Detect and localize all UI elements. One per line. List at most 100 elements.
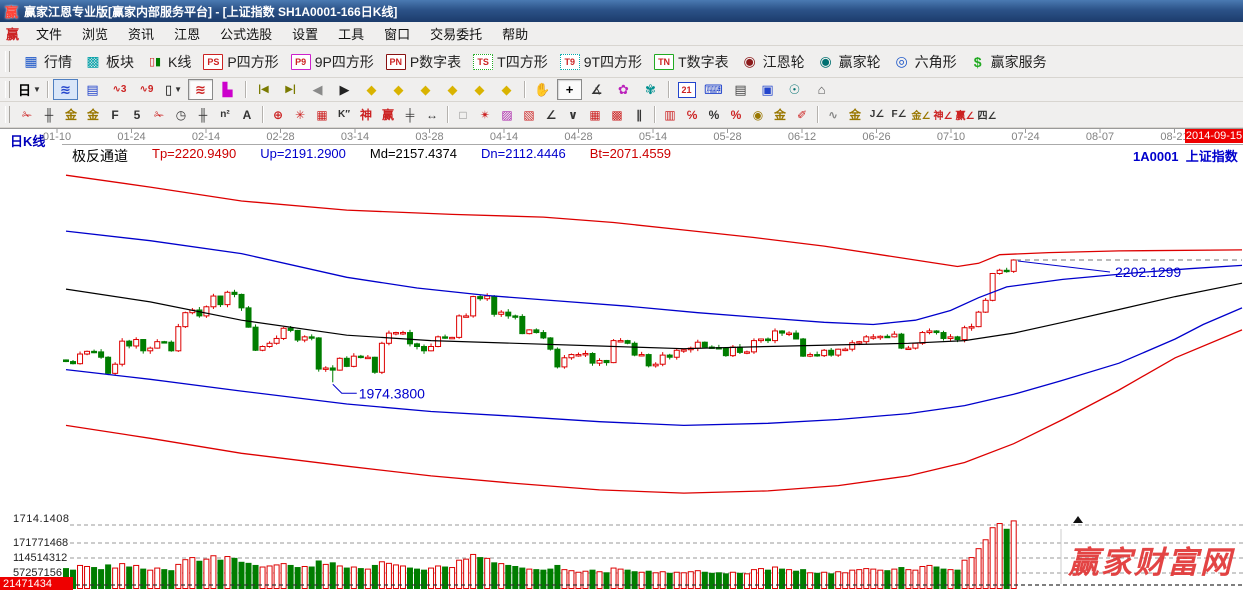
- tool-diamond-star[interactable]: ◆: [440, 79, 465, 100]
- tool-rect-tool[interactable]: □: [452, 105, 474, 124]
- tool-hand-tool[interactable]: ✋: [530, 79, 555, 100]
- tool-gann-bars[interactable]: ▥: [659, 105, 681, 124]
- tool-pattern-teal[interactable]: ✾: [638, 79, 663, 100]
- tool-percent-low[interactable]: %: [725, 105, 747, 124]
- tool-shen-angle[interactable]: 神∠: [932, 105, 954, 124]
- tool-star-flower[interactable]: ✳: [289, 105, 311, 124]
- tool-brush-angle[interactable]: ✐: [791, 105, 813, 124]
- tool-angle-tool[interactable]: ∡: [584, 79, 609, 100]
- tool-shen-grid[interactable]: 神: [355, 105, 377, 124]
- tool-gann-grid[interactable]: ╫: [38, 105, 60, 124]
- toolbar-grip[interactable]: [5, 106, 10, 124]
- tool-a-channel[interactable]: A: [236, 105, 258, 124]
- tool-first-page[interactable]: |◀: [251, 79, 276, 100]
- toolbar-grip[interactable]: [5, 81, 10, 97]
- toolbar-button-t-number-table[interactable]: TNT数字表: [648, 49, 735, 75]
- toolbar-button-p-square[interactable]: PSP四方形: [197, 49, 284, 75]
- tool-save[interactable]: ▣: [755, 79, 780, 100]
- toolbar-button-kline[interactable]: ▯▮K线: [140, 49, 197, 75]
- menu-gann[interactable]: 江恩: [164, 22, 210, 45]
- tool-sketch-blue[interactable]: ≋: [53, 79, 78, 100]
- toolbar-button-winner-service[interactable]: $赢家服务: [963, 49, 1053, 75]
- tool-chip-distribution[interactable]: ▙: [215, 79, 240, 100]
- tool-gold-ratio-grid-2[interactable]: 金: [82, 105, 104, 124]
- tool-diamond-cross[interactable]: ◆: [467, 79, 492, 100]
- tool-remote-pc[interactable]: ⌂: [809, 79, 834, 100]
- menu-browse[interactable]: 浏览: [72, 22, 118, 45]
- title-bar[interactable]: 赢 赢家江恩专业版[赢家内部服务平台] - [上证指数 SH1A0001-166…: [0, 0, 1243, 22]
- tool-percent[interactable]: %: [703, 105, 725, 124]
- toolbar-button-t-square[interactable]: TST四方形: [467, 49, 554, 75]
- tool-gold-level[interactable]: 金: [769, 105, 791, 124]
- tool-memo[interactable]: ▤: [728, 79, 753, 100]
- menu-tools[interactable]: 工具: [328, 22, 374, 45]
- tool-wave-3[interactable]: ∿3: [107, 79, 132, 100]
- tool-red-grid[interactable]: ▦: [584, 105, 606, 124]
- tool-next-page[interactable]: ▶: [332, 79, 357, 100]
- tool-angle-fan[interactable]: ∠: [540, 105, 562, 124]
- tool-crosshair-tool[interactable]: +: [557, 79, 582, 100]
- tool-wave-band[interactable]: ∿: [822, 105, 844, 124]
- tool-pen-cut-2[interactable]: ✁: [148, 105, 170, 124]
- tool-ruler-grid[interactable]: ╪: [399, 105, 421, 124]
- tool-prev-page[interactable]: ◀: [305, 79, 330, 100]
- tool-gold-angle[interactable]: 金∠: [910, 105, 932, 124]
- tool-sketch-red[interactable]: ≋: [188, 79, 213, 100]
- tool-n-square[interactable]: n²: [214, 105, 236, 124]
- tool-pattern-magenta[interactable]: ✿: [611, 79, 636, 100]
- tool-spiral-5[interactable]: 5: [126, 105, 148, 124]
- tool-calculator[interactable]: ⌨: [701, 79, 726, 100]
- tool-k-note[interactable]: K″: [333, 105, 355, 124]
- tool-diamond-left[interactable]: ◆: [359, 79, 384, 100]
- tool-diamond-right[interactable]: ◆: [386, 79, 411, 100]
- menu-formula-picker[interactable]: 公式选股: [210, 22, 282, 45]
- tool-j-angle[interactable]: J∠: [866, 105, 888, 124]
- toolbar-button-p-number-table[interactable]: PNP数字表: [380, 49, 467, 75]
- toolbar-grip[interactable]: [5, 51, 10, 73]
- tool-four-angle[interactable]: 四∠: [976, 105, 998, 124]
- tool-candle-style[interactable]: ▯▼: [161, 79, 186, 100]
- tool-price-grid[interactable]: ╫: [192, 105, 214, 124]
- tool-last-page[interactable]: ▶|: [278, 79, 303, 100]
- toolbar-button-quotes[interactable]: ▦行情: [16, 49, 78, 75]
- toolbar-button-sectors[interactable]: ▩板块: [78, 49, 140, 75]
- tool-fan-rays[interactable]: ✴: [474, 105, 496, 124]
- toolbar-button-9t-square[interactable]: T99T四方形: [554, 49, 648, 75]
- tool-diamond-horiz[interactable]: ◆: [413, 79, 438, 100]
- menu-settings[interactable]: 设置: [282, 22, 328, 45]
- tool-box-fan[interactable]: ▨: [496, 105, 518, 124]
- tool-percent-line[interactable]: ℅: [681, 105, 703, 124]
- menu-trade-orders[interactable]: 交易委托: [420, 22, 492, 45]
- menu-news[interactable]: 资讯: [118, 22, 164, 45]
- menu-help[interactable]: 帮助: [492, 22, 538, 45]
- toolbar-button-gann-wheel[interactable]: ◉江恩轮: [735, 49, 811, 75]
- tool-gold-circle[interactable]: ◉: [747, 105, 769, 124]
- toolbar-button-winner-wheel[interactable]: ◉赢家轮: [811, 49, 887, 75]
- tool-box-fan-2[interactable]: ▧: [518, 105, 540, 124]
- tool-wave-9[interactable]: ∿9: [134, 79, 159, 100]
- tool-pen-cut[interactable]: ✁: [16, 105, 38, 124]
- price-volume-plot[interactable]: 2202.12991974.3800: [0, 129, 1243, 590]
- tool-gold-ratio-grid[interactable]: 金: [60, 105, 82, 124]
- tool-zigzag[interactable]: ∨: [562, 105, 584, 124]
- tool-web-refresh[interactable]: ☉: [782, 79, 807, 100]
- tool-info-list[interactable]: ▤: [80, 79, 105, 100]
- toolbar-button-hexagon[interactable]: ◎六角形: [887, 49, 963, 75]
- tool-f-angle[interactable]: F∠: [888, 105, 910, 124]
- tool-fib-grid[interactable]: F: [104, 105, 126, 124]
- menu-file[interactable]: 文件: [26, 22, 72, 45]
- tool-width-measure[interactable]: ↔: [421, 105, 443, 124]
- tool-red-grid-2[interactable]: ▩: [606, 105, 628, 124]
- tool-circle-cross[interactable]: ⊕: [267, 105, 289, 124]
- tool-win-angle[interactable]: 赢∠: [954, 105, 976, 124]
- toolbar-button-9p-square[interactable]: P99P四方形: [285, 49, 380, 75]
- tool-calendar[interactable]: 21: [674, 79, 699, 100]
- tool-box-grid[interactable]: ▦: [311, 105, 333, 124]
- menu-window[interactable]: 窗口: [374, 22, 420, 45]
- tool-time-circle[interactable]: ◷: [170, 105, 192, 124]
- tool-gold-line[interactable]: 金: [844, 105, 866, 124]
- tool-parallel-lines[interactable]: ∥: [628, 105, 650, 124]
- tool-period-day[interactable]: 日▼: [17, 79, 42, 100]
- tool-win-grid[interactable]: 赢: [377, 105, 399, 124]
- tool-diamond-center[interactable]: ◆: [494, 79, 519, 100]
